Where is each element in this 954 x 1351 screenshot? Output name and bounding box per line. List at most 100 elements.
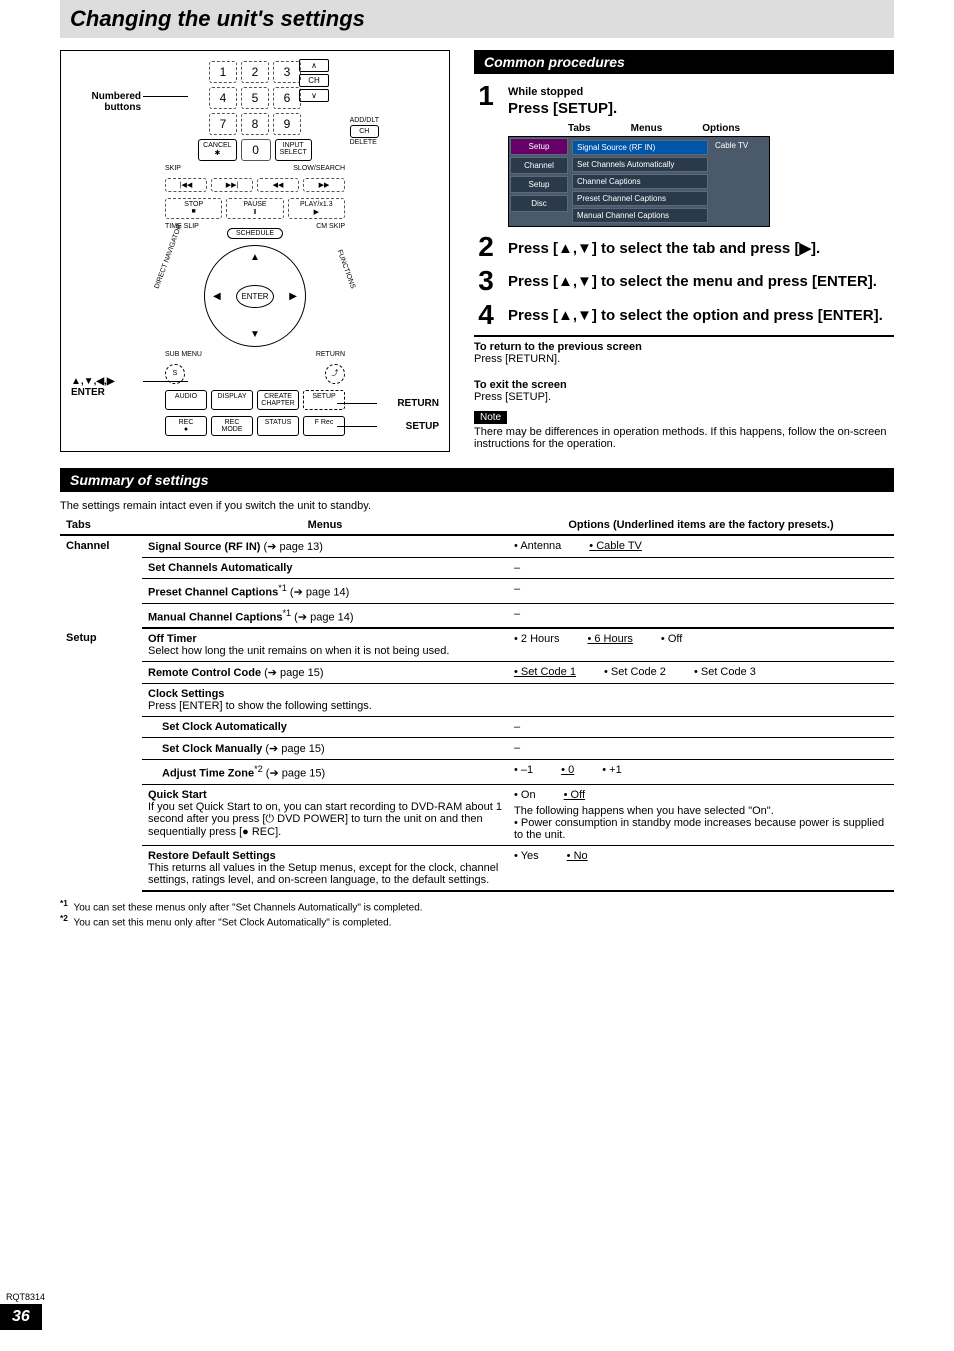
right-arrow-icon[interactable]: ▶	[289, 291, 297, 302]
enter-button[interactable]: ENTER	[236, 285, 273, 308]
key-8[interactable]: 8	[241, 113, 269, 135]
play-button[interactable]: PLAY/x1.3 ▶	[288, 198, 345, 219]
setup-button[interactable]: SETUP	[303, 390, 345, 410]
input-select-button[interactable]: INPUT SELECT	[275, 139, 312, 161]
footnotes: *1 You can set these menus only after "S…	[60, 898, 894, 929]
rec-button[interactable]: REC●	[165, 416, 207, 436]
key-9[interactable]: 9	[273, 113, 301, 135]
nav-ring[interactable]: ▲ ▼ ◀ ▶ ENTER	[204, 245, 306, 347]
step-number-4: 4	[474, 301, 498, 329]
exit-text: Press [SETUP].	[474, 391, 894, 403]
osd-menu-signal: Signal Source (RF IN)	[572, 140, 708, 155]
functions-label: FUNCTIONS	[336, 249, 357, 290]
next-button[interactable]: ▶▶|	[211, 178, 253, 192]
step-4: 4 Press [▲,▼] to select the option and p…	[474, 301, 894, 329]
col-menus: Menus	[142, 516, 508, 535]
title-bar: Changing the unit's settings	[60, 0, 894, 38]
ch-rocker: ∧ CH ∨	[299, 59, 329, 102]
note-label: Note	[474, 411, 507, 424]
row-preset-captions: Preset Channel Captions*1 (➔ page 14) –	[60, 579, 894, 604]
create-chapter-button[interactable]: CREATE CHAPTER	[257, 390, 299, 410]
summary-section: Summary of settings The settings remain …	[60, 468, 894, 929]
osd-tab-setup: Setup	[510, 138, 568, 155]
rewind-button[interactable]: ◀◀	[257, 178, 299, 192]
step2-text: Press [▲,▼] to select the tab and press …	[508, 239, 894, 257]
stop-button[interactable]: STOP ■	[165, 198, 222, 219]
ch-up-icon[interactable]: ∧	[299, 59, 329, 72]
step-number-3: 3	[474, 267, 498, 295]
osd-menu-preset: Preset Channel Captions	[572, 191, 708, 206]
key-3[interactable]: 3	[273, 61, 301, 83]
common-procedures-header: Common procedures	[474, 50, 894, 74]
ch-small-button[interactable]: CH	[350, 125, 379, 138]
col-options: Options (Underlined items are the factor…	[508, 516, 894, 535]
key-1[interactable]: 1	[209, 61, 237, 83]
row-clock-manual: Set Clock Manually (➔ page 15) –	[60, 738, 894, 760]
return-small-label: RETURN	[316, 351, 345, 358]
pause-button[interactable]: PAUSE Ⅱ	[226, 198, 283, 219]
row-quick-start: Quick StartIf you set Quick Start to on,…	[60, 784, 894, 845]
ch-down-icon[interactable]: ∨	[299, 89, 329, 102]
key-6[interactable]: 6	[273, 87, 301, 109]
osd-menu-captions: Channel Captions	[572, 174, 708, 189]
cancel-button[interactable]: CANCEL ✱	[198, 139, 236, 161]
procedures-column: Common procedures 1 While stopped Press …	[474, 50, 894, 452]
step-1: 1 While stopped Press [SETUP]. Tabs Menu…	[474, 82, 894, 227]
left-arrow-icon[interactable]: ◀	[213, 291, 221, 302]
audio-button[interactable]: AUDIO	[165, 390, 207, 410]
key-0[interactable]: 0	[241, 139, 271, 161]
summary-intro: The settings remain intact even if you s…	[60, 500, 894, 512]
row-signal-source: Channel Signal Source (RF IN) (➔ page 13…	[60, 535, 894, 558]
osd-tabs-label: Tabs	[568, 123, 591, 134]
status-button[interactable]: STATUS	[257, 416, 299, 436]
return-text: Press [RETURN].	[474, 353, 894, 365]
step4-text: Press [▲,▼] to select the option and pre…	[508, 307, 894, 324]
quick-start-extra: The following happens when you have sele…	[514, 805, 888, 841]
remote-diagram: Numbered buttons ▲,▼,◀,▶ ENTER RETURN SE…	[60, 50, 450, 452]
remote-column: Numbered buttons ▲,▼,◀,▶ ENTER RETURN SE…	[60, 50, 450, 452]
page-number: 36	[0, 1304, 42, 1330]
step-number-2: 2	[474, 233, 498, 261]
page-title: Changing the unit's settings	[70, 6, 884, 32]
exit-heading: To exit the screen	[474, 379, 894, 391]
page-footer: RQT8314 36	[0, 1292, 45, 1330]
adddlt-label: ADD/DLT	[350, 117, 379, 124]
callout-numbered-buttons: Numbered buttons	[71, 91, 141, 113]
row-manual-captions: Manual Channel Captions*1 (➔ page 14) –	[60, 603, 894, 628]
osd-tab-channel: Channel	[510, 157, 568, 174]
submenu-label: SUB MENU	[165, 351, 202, 358]
osd-tab-setup2: Setup	[510, 176, 568, 193]
forward-button[interactable]: ▶▶	[303, 178, 345, 192]
row-clock-settings: Clock SettingsPress [ENTER] to show the …	[60, 684, 894, 717]
row-restore-defaults: Restore Default SettingsThis returns all…	[60, 845, 894, 891]
page: Changing the unit's settings Numbered bu…	[0, 0, 954, 1330]
prev-button[interactable]: |◀◀	[165, 178, 207, 192]
frec-button[interactable]: F Rec	[303, 416, 345, 436]
step-3: 3 Press [▲,▼] to select the menu and pre…	[474, 267, 894, 295]
row-remote-code: Remote Control Code (➔ page 15) Set Code…	[60, 662, 894, 684]
return-button[interactable]: ⤴	[325, 364, 345, 384]
osd-preview: Tabs Menus Options Setup Channel Setup D…	[508, 123, 894, 227]
display-button[interactable]: DISPLAY	[211, 390, 253, 410]
callout-setup: SETUP	[406, 421, 439, 432]
opt-cabletv: Cable TV	[589, 540, 642, 552]
key-5[interactable]: 5	[241, 87, 269, 109]
osd-menu-manual: Manual Channel Captions	[572, 208, 708, 223]
key-4[interactable]: 4	[209, 87, 237, 109]
key-2[interactable]: 2	[241, 61, 269, 83]
schedule-button[interactable]: SCHEDULE	[227, 228, 283, 239]
down-arrow-icon[interactable]: ▼	[250, 329, 260, 340]
osd-menu-setch: Set Channels Automatically	[572, 157, 708, 172]
row-set-channels: Set Channels Automatically –	[60, 558, 894, 579]
s-button[interactable]: S	[165, 364, 185, 384]
two-column-layout: Numbered buttons ▲,▼,◀,▶ ENTER RETURN SE…	[60, 50, 894, 452]
up-arrow-icon[interactable]: ▲	[250, 252, 260, 263]
key-7[interactable]: 7	[209, 113, 237, 135]
callout-enter: ▲,▼,◀,▶ ENTER	[71, 376, 115, 398]
osd-option-cabletv: Cable TV	[711, 137, 769, 226]
slow-search-label: SLOW/SEARCH	[293, 165, 345, 172]
step-number-1: 1	[474, 82, 498, 110]
recmode-button[interactable]: REC MODE	[211, 416, 253, 436]
footnote-2: You can set this menu only after "Set Cl…	[73, 918, 391, 929]
step1-condition: While stopped	[508, 86, 894, 98]
